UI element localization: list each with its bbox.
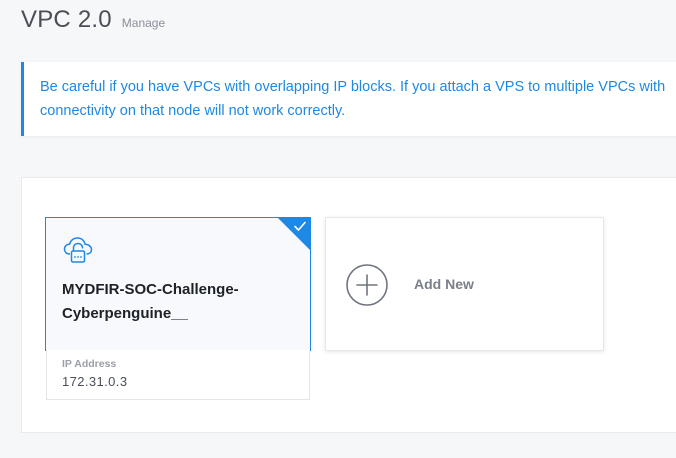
manage-link[interactable]: Manage <box>122 16 165 30</box>
ip-address-label: IP Address <box>62 358 117 370</box>
page-title: VPC 2.0 <box>21 6 112 33</box>
add-new-vpc-button[interactable]: Add New <box>325 217 604 351</box>
overlap-warning-notice: Be careful if you have VPCs with overlap… <box>21 62 676 136</box>
cloud-lock-icon <box>63 237 93 263</box>
vpc-card[interactable]: MYDFIR-SOC-Challenge-Cyberpenguine__ <box>45 217 311 351</box>
plus-circle-icon <box>346 264 388 306</box>
ip-address-value: 172.31.0.3 <box>62 374 128 389</box>
notice-line-2: connectivity on that node will not work … <box>40 103 346 119</box>
page-header: VPC 2.0 Manage <box>21 6 165 34</box>
vpc-details: IP Address 172.31.0.3 <box>46 350 310 400</box>
vpc-name: MYDFIR-SOC-Challenge-Cyberpenguine__ <box>62 281 239 322</box>
add-new-label: Add New <box>414 276 474 292</box>
checkmark-icon <box>294 221 306 231</box>
notice-line-1: Be careful if you have VPCs with overlap… <box>40 79 666 95</box>
